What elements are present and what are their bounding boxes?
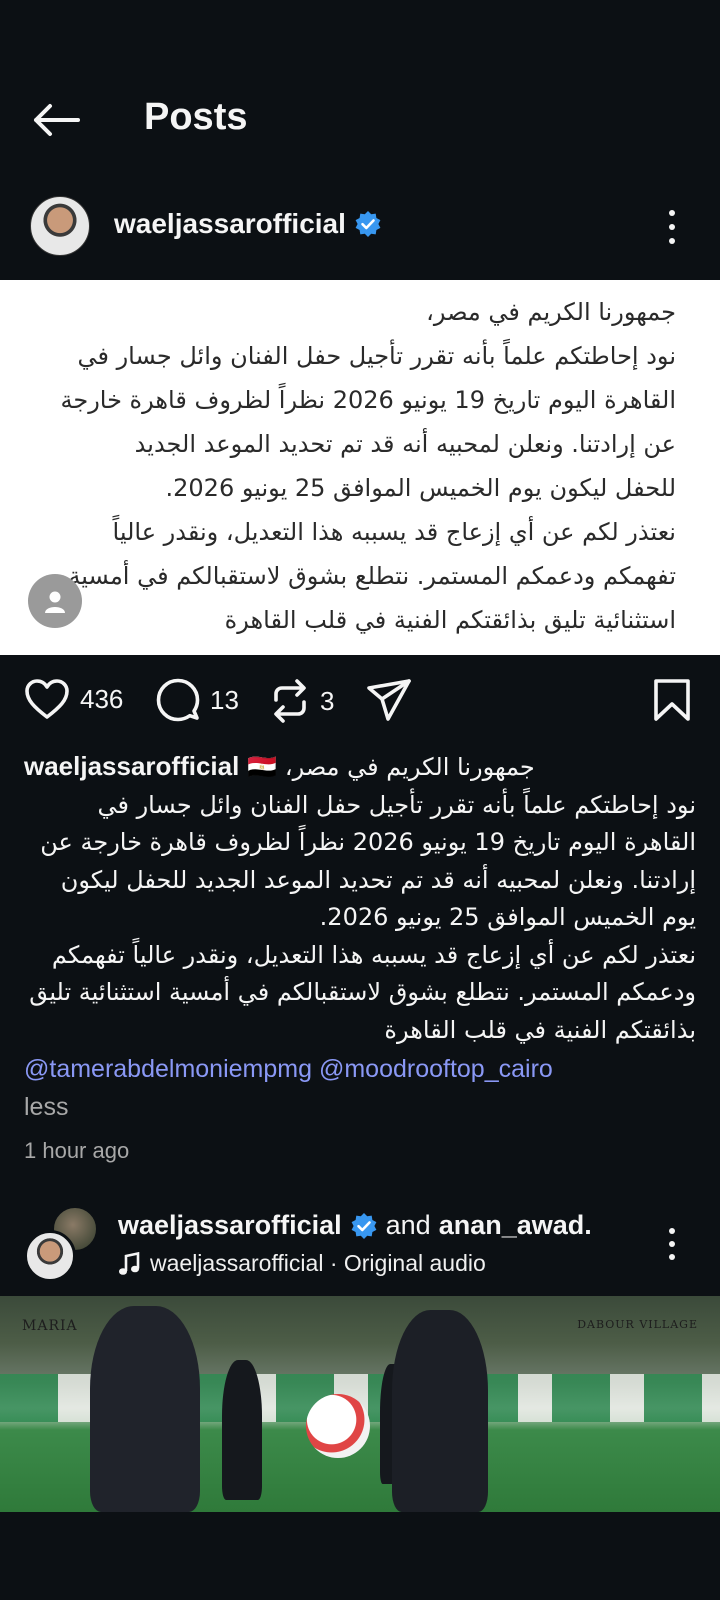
post-header: waeljassarofficial (0, 196, 720, 260)
audio-link[interactable]: waeljassarofficial · Original audio (118, 1250, 486, 1277)
post-caption: waeljassarofficial جمهورنا الكريم في مصر… (24, 748, 696, 1126)
dot-icon (669, 1228, 675, 1234)
brand-watermark: MARIA (22, 1318, 78, 1334)
caption-first-text: جمهورنا الكريم في مصر، 🇪🇬 (247, 753, 535, 781)
person-icon (45, 591, 65, 613)
dot-icon (669, 1254, 675, 1260)
music-note-icon (119, 1251, 140, 1275)
comment-count: 13 (210, 684, 239, 715)
collab-line: waeljassarofficial and anan_awad. (118, 1210, 592, 1241)
dot-icon (669, 1241, 675, 1247)
dot-icon (669, 238, 675, 244)
player-figure (90, 1306, 200, 1512)
less-link[interactable]: less (24, 1089, 696, 1127)
save-button[interactable] (652, 678, 692, 726)
post-image-text: جمهورنا الكريم في مصر، نود إحاطتكم علماً… (60, 298, 676, 634)
like-button[interactable]: 436 (24, 678, 123, 720)
next-post-video[interactable]: MARIA DABOUR VILLAGE (0, 1296, 720, 1512)
collaborator-username[interactable]: anan_awad. (439, 1210, 592, 1241)
post-username[interactable]: waeljassarofficial (114, 208, 382, 240)
share-button[interactable] (366, 678, 412, 722)
dot-icon (669, 224, 675, 230)
avatar[interactable] (24, 1230, 76, 1282)
brand-watermark: DABOUR VILLAGE (577, 1318, 698, 1331)
more-options-button[interactable] (664, 1228, 680, 1260)
dot-icon (669, 210, 675, 216)
more-options-button[interactable] (664, 210, 680, 244)
comment-icon (156, 678, 200, 722)
post-timestamp: 1 hour ago (24, 1138, 130, 1163)
mention-link[interactable]: @tamerabdelmoniempmg (24, 1055, 312, 1083)
back-button[interactable] (28, 98, 84, 142)
arrow-left-icon (34, 104, 80, 136)
caption-mentions: @tamerabdelmoniempmg @moodrooftop_cairo (24, 1051, 696, 1089)
heart-icon (25, 679, 69, 719)
and-label: and (385, 1210, 431, 1240)
next-post-header: waeljassarofficial and anan_awad. waelja… (0, 1206, 720, 1282)
audio-label: waeljassarofficial · Original audio (150, 1250, 486, 1276)
repost-count: 3 (320, 685, 335, 716)
repost-button[interactable]: 3 (270, 678, 334, 724)
football (306, 1394, 370, 1458)
page-title: Posts (144, 96, 248, 138)
repost-icon (274, 679, 306, 723)
next-post-username[interactable]: waeljassarofficial (118, 1210, 342, 1241)
send-icon (367, 679, 411, 721)
username-label: waeljassarofficial (114, 208, 346, 239)
caption-username[interactable]: waeljassarofficial (24, 748, 239, 786)
avatar[interactable] (30, 196, 90, 256)
verified-badge-icon (351, 1212, 377, 1239)
post-actions: 436 13 3 (0, 678, 720, 728)
caption-body: نود إحاطتكم علماً بأنه تقرر تأجيل حفل ال… (29, 790, 696, 1044)
caption-first-line: waeljassarofficial جمهورنا الكريم في مصر… (24, 748, 696, 787)
post-image[interactable]: جمهورنا الكريم في مصر، نود إحاطتكم علماً… (0, 280, 720, 655)
verified-badge-icon (355, 211, 381, 237)
player-figure (222, 1360, 262, 1500)
comment-button[interactable]: 13 (156, 678, 239, 722)
top-bar: Posts (0, 80, 720, 160)
player-figure (392, 1310, 488, 1512)
mention-link[interactable]: @moodrooftop_cairo (319, 1055, 553, 1083)
tagged-users-button[interactable] (28, 574, 82, 628)
like-count: 436 (80, 683, 124, 714)
bookmark-icon (654, 679, 690, 721)
